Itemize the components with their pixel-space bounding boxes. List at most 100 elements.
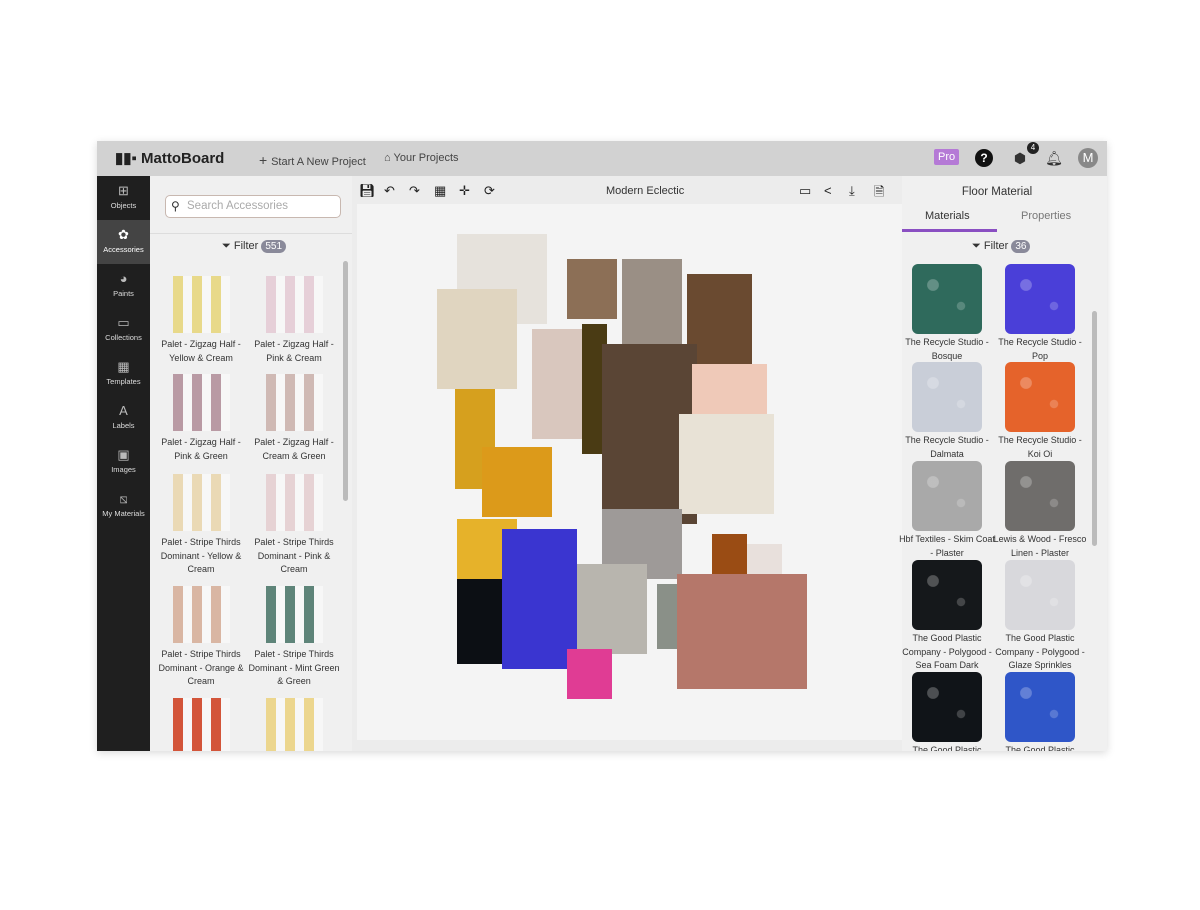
accessory-label: Palet - Stripe Thirds Dominant - Pink & … <box>254 537 334 574</box>
filter-button[interactable]: ⏷ Filter 551 <box>222 240 287 253</box>
accessory-thumbnail[interactable] <box>173 586 230 643</box>
accessory-thumbnail[interactable] <box>173 698 230 751</box>
share-icon[interactable]: < <box>824 183 832 198</box>
search-input[interactable]: ⚲ Search Accessories <box>165 195 341 218</box>
cart-count-badge: 4 <box>1027 142 1039 154</box>
accessories-icon: ✿ <box>118 227 129 242</box>
help-icon[interactable]: ? <box>975 149 993 167</box>
start-new-project-link[interactable]: + Start A New Project <box>259 152 366 168</box>
accessory-thumbnail[interactable] <box>266 586 323 643</box>
material-label: Hbf Textiles - Skim Coat - Plaster <box>899 534 995 558</box>
material-thumbnail[interactable] <box>912 461 982 531</box>
header: ▮▮▪ MattoBoard + Start A New Project ⌂ Y… <box>97 141 1107 176</box>
center-icon[interactable]: ✛ <box>459 183 470 199</box>
material-label: Lewis & Wood - Fresco Linen - Plaster <box>993 534 1087 558</box>
material-thumbnail[interactable] <box>912 672 982 742</box>
material-label: The Recycle Studio - Bosque <box>905 337 989 361</box>
moodboard-textured-tile[interactable] <box>577 564 647 654</box>
moodboard-fabric-swatch[interactable] <box>677 574 807 689</box>
material-label: The Good Plastic <box>1005 745 1075 751</box>
material-thumbnail[interactable] <box>1005 362 1075 432</box>
cube-cart-icon[interactable]: ⬢ <box>1011 149 1029 167</box>
download-icon[interactable]: ⤓ <box>849 183 855 199</box>
home-icon: ⌂ <box>384 152 394 164</box>
materials-icon: ⧅ <box>119 491 128 506</box>
material-thumbnail[interactable] <box>1005 672 1075 742</box>
palette-icon: ◕ <box>119 271 128 286</box>
avatar[interactable]: M <box>1078 148 1098 168</box>
moodboard-canvas[interactable] <box>357 204 902 740</box>
accessory-label: Palet - Stripe Thirds Dominant - Orange … <box>158 649 244 686</box>
video-icon[interactable]: ▭ <box>799 183 811 199</box>
moodboard-pink-print[interactable] <box>567 649 612 699</box>
logo-icon: ▮▮▪ <box>115 150 141 167</box>
undo-icon[interactable]: ↶ <box>384 183 395 199</box>
material-thumbnail[interactable] <box>1005 461 1075 531</box>
document-icon[interactable]: 🗎︎ <box>874 183 884 205</box>
right-panel: Floor Material Materials Properties ⏷ Fi… <box>899 176 1107 751</box>
accessory-thumbnail[interactable] <box>266 474 323 531</box>
tab-properties[interactable]: Properties <box>1021 210 1071 222</box>
moodboard-blue-panel[interactable] <box>502 529 577 669</box>
filter-button[interactable]: ⏷ Filter 36 <box>972 240 1031 253</box>
sidebar-item-collections[interactable]: ▭ Collections <box>97 308 150 352</box>
label-icon: A <box>119 403 128 418</box>
accessory-thumbnail[interactable] <box>266 698 323 751</box>
redo-icon[interactable]: ↷ <box>409 183 420 199</box>
sidebar-item-labels[interactable]: A Labels <box>97 396 150 440</box>
moodboard-black-terrazzo[interactable] <box>457 579 507 664</box>
bell-icon[interactable]: 🔔︎ <box>1045 149 1063 167</box>
moodboard-marble[interactable] <box>532 329 587 439</box>
accessory-label: Palet - Stripe Thirds Dominant - Mint Gr… <box>248 649 340 686</box>
material-label: The Good Plastic Company - Polygood - Se… <box>902 633 992 670</box>
sidebar-item-my-materials[interactable]: ⧅ My Materials <box>97 484 150 528</box>
grid-icon[interactable]: ▦ <box>434 183 446 199</box>
image-icon: ▣ <box>117 447 130 462</box>
sidebar-item-images[interactable]: ▣ Images <box>97 440 150 484</box>
scrollbar[interactable] <box>343 261 348 501</box>
accessory-thumbnail[interactable] <box>266 374 323 431</box>
material-thumbnail[interactable] <box>1005 560 1075 630</box>
logo[interactable]: ▮▮▪ MattoBoard <box>115 149 224 167</box>
moodboard-eye-tile-yellow[interactable] <box>482 447 552 517</box>
accessory-thumbnail[interactable] <box>173 374 230 431</box>
divider <box>150 233 352 234</box>
accessories-panel: ⚲ Search Accessories ⏷ Filter 551 Palet - … <box>150 176 352 751</box>
sidebar-item-accessories[interactable]: ✿ Accessories <box>97 220 150 264</box>
sidebar-item-objects[interactable]: ⊞ Objects <box>97 176 150 220</box>
app-window: ▮▮▪ MattoBoard + Start A New Project ⌂ Y… <box>97 141 1107 751</box>
sidebar-item-paints[interactable]: ◕ Paints <box>97 264 150 308</box>
material-thumbnail[interactable] <box>912 560 982 630</box>
folder-icon: ▭ <box>117 315 130 330</box>
tab-materials[interactable]: Materials <box>925 210 970 222</box>
material-thumbnail[interactable] <box>912 264 982 334</box>
material-thumbnail[interactable] <box>1005 264 1075 334</box>
sidebar-item-templates[interactable]: ▦ Templates <box>97 352 150 396</box>
active-tab-indicator <box>902 229 997 232</box>
filter-count-badge: 551 <box>261 240 287 253</box>
material-label: The Good Plastic <box>912 745 982 751</box>
moodboard-pattern-tile[interactable] <box>437 289 517 389</box>
filter-count-badge: 36 <box>1011 240 1031 253</box>
search-icon: ⚲ <box>171 199 180 213</box>
pro-badge[interactable]: Pro <box>934 149 960 165</box>
material-label: The Recycle Studio - Pop <box>998 337 1082 361</box>
templates-icon: ▦ <box>117 359 130 374</box>
accessory-label: Palet - Zigzag Half - Pink & Cream <box>254 339 334 363</box>
accessory-thumbnail[interactable] <box>173 276 230 333</box>
accessory-thumbnail[interactable] <box>266 276 323 333</box>
moodboard-cream-stone[interactable] <box>679 414 774 514</box>
scrollbar[interactable] <box>1092 311 1097 546</box>
accessory-thumbnail[interactable] <box>173 474 230 531</box>
moodboard-photo[interactable] <box>567 259 617 319</box>
panel-title: Floor Material <box>961 186 1033 198</box>
filter-icon: ⏷ <box>972 240 981 252</box>
objects-icon: ⊞ <box>118 183 129 198</box>
material-label: The Recycle Studio - Dalmata <box>905 435 989 459</box>
your-projects-link[interactable]: ⌂ Your Projects <box>384 152 459 164</box>
save-icon[interactable]: 💾︎ <box>359 183 376 199</box>
material-thumbnail[interactable] <box>912 362 982 432</box>
rotate-camera-icon[interactable]: ⟳ <box>484 183 495 199</box>
material-label: The Good Plastic Company - Polygood - Gl… <box>995 633 1085 670</box>
project-title[interactable]: Modern Eclectic <box>606 185 684 197</box>
